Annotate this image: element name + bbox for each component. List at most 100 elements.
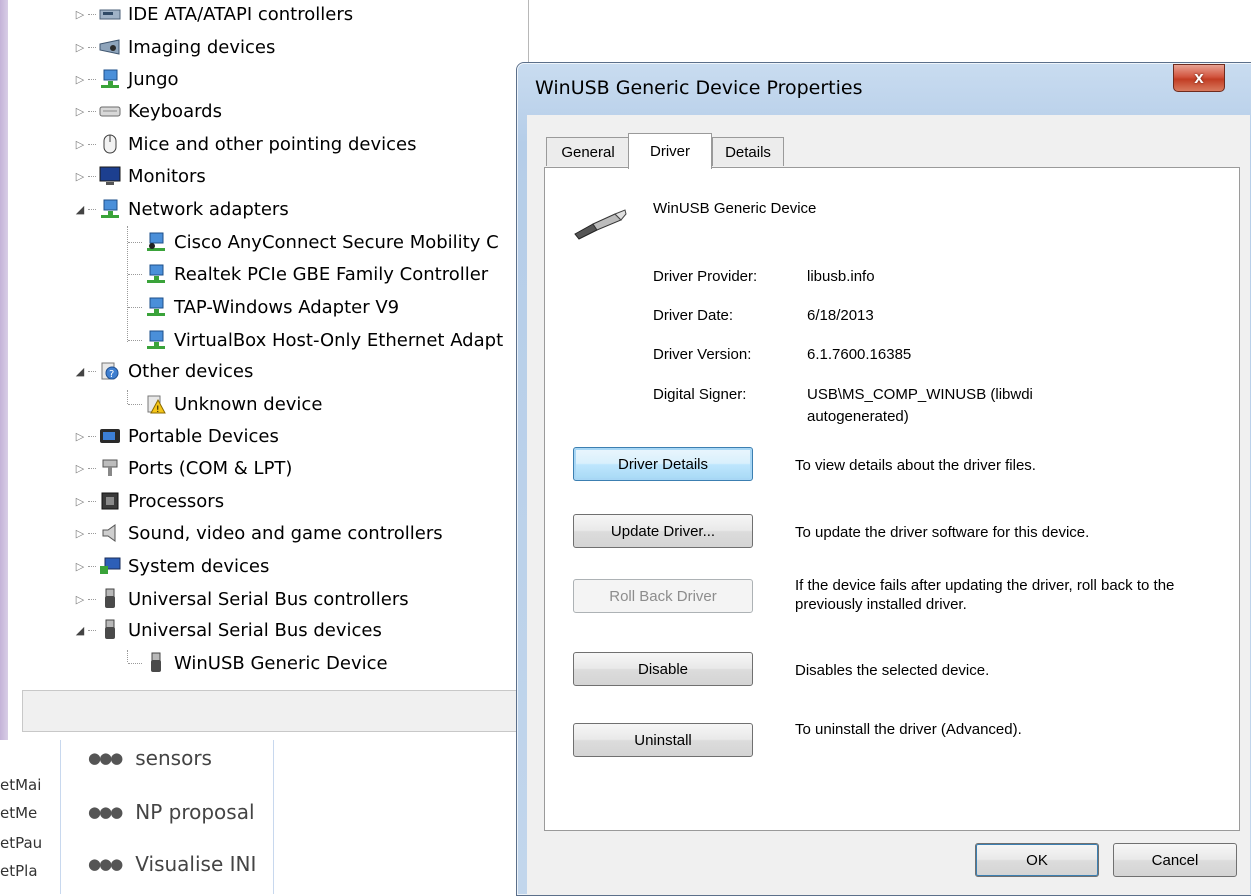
chat-list-label[interactable]: etMe [0,804,37,822]
close-button[interactable]: x [1173,64,1225,92]
driver-provider-label: Driver Provider: [653,268,758,285]
tree-item-cisco-anyconnect[interactable]: Cisco AnyConnect Secure Mobility C [128,228,499,256]
tree-item-unknown-device[interactable]: ! Unknown device [128,390,322,418]
tree-item-ide-controllers[interactable]: ▷ IDE ATA/ATAPI controllers [74,0,353,28]
network-adapter-icon [145,264,167,284]
port-icon [99,458,121,478]
driver-date-label: Driver Date: [653,307,734,324]
device-name: WinUSB Generic Device [653,200,817,217]
keyboard-icon [99,101,121,121]
group-icon: ●●● [88,855,123,873]
tree-item-mice[interactable]: ▷ Mice and other pointing devices [74,130,417,158]
dialog-title: WinUSB Generic Device Properties [535,77,863,99]
tree-item-ports[interactable]: ▷ Ports (COM & LPT) [74,454,293,482]
warning-device-icon: ! [145,394,167,414]
tree-item-sound-video[interactable]: ▷ Sound, video and game controllers [74,519,443,547]
background-window-edge [0,0,8,740]
update-driver-description: To update the driver software for this d… [795,524,1090,541]
expand-arrow-icon[interactable]: ▷ [74,105,86,118]
expand-arrow-icon[interactable]: ▷ [74,170,86,183]
tree-item-monitors[interactable]: ▷ Monitors [74,162,206,190]
expand-arrow-icon[interactable]: ▷ [74,73,86,86]
group-icon: ●●● [88,803,123,821]
tree-item-network-adapters[interactable]: ◢ Network adapters [74,195,289,223]
expand-arrow-icon[interactable]: ▷ [74,560,86,573]
tree-item-portable-devices[interactable]: ▷ Portable Devices [74,422,279,450]
tree-item-keyboards[interactable]: ▷ Keyboards [74,97,222,125]
disable-description: Disables the selected device. [795,662,990,679]
properties-dialog: WinUSB Generic Device Properties x Gener… [516,62,1251,896]
expand-arrow-icon[interactable]: ▷ [74,527,86,540]
driver-details-description: To view details about the driver files. [795,457,1036,474]
tree-item-realtek[interactable]: Realtek PCIe GBE Family Controller [128,260,488,288]
disable-button[interactable]: Disable [573,652,753,686]
usb-icon [99,588,121,609]
close-icon: x [1194,68,1204,87]
uninstall-button[interactable]: Uninstall [573,723,753,757]
roll-back-driver-description: If the device fails after updating the d… [795,577,1175,613]
usb-icon [145,652,167,673]
network-icon [99,199,121,219]
collapse-arrow-icon[interactable]: ◢ [74,203,86,216]
system-device-icon [99,556,121,576]
svg-text:!: ! [156,405,160,414]
dialog-client-area: General Driver Details WinUSB Generic De… [527,115,1250,895]
tree-item-processors[interactable]: ▷ Processors [74,487,224,515]
tree-item-other-devices[interactable]: ◢ ? Other devices [74,357,254,385]
roll-back-driver-button[interactable]: Roll Back Driver [573,579,753,613]
expand-arrow-icon[interactable]: ▷ [74,8,86,21]
update-driver-button[interactable]: Update Driver... [573,514,753,548]
mouse-icon [99,134,121,154]
driver-tab-page: WinUSB Generic Device Driver Provider: l… [544,167,1240,831]
chat-list-label[interactable]: etPla [0,862,38,880]
tree-item-system-devices[interactable]: ▷ System devices [74,552,270,580]
tree-item-winusb-device[interactable]: WinUSB Generic Device [128,649,388,677]
collapse-arrow-icon[interactable]: ◢ [74,365,86,378]
tab-general[interactable]: General [546,137,630,166]
collapse-arrow-icon[interactable]: ◢ [74,624,86,637]
expand-arrow-icon[interactable]: ▷ [74,593,86,606]
network-icon [99,69,121,89]
expand-arrow-icon[interactable]: ▷ [74,462,86,475]
device-manager-window: ▷ IDE ATA/ATAPI controllers ▷ Imaging de… [8,0,534,740]
driver-version-value: 6.1.7600.16385 [807,346,912,363]
svg-text:?: ? [109,369,114,380]
digital-signer-label: Digital Signer: [653,386,747,403]
tree-item-tap-windows[interactable]: TAP-Windows Adapter V9 [128,293,399,321]
chat-list-label[interactable]: etPau [0,834,42,852]
tree-item-usb-devices[interactable]: ◢ Universal Serial Bus devices [74,616,382,644]
tree-item-imaging-devices[interactable]: ▷ Imaging devices [74,33,276,61]
usb-icon [99,619,121,640]
tree-item-virtualbox[interactable]: VirtualBox Host-Only Ethernet Adapt [128,326,503,354]
chat-list-edge: etMai etMe etPau etPla [0,740,60,894]
tree-item-jungo[interactable]: ▷ Jungo [74,65,179,93]
driver-provider-value: libusb.info [807,268,875,285]
network-adapter-icon [145,232,167,252]
chat-group-sensors[interactable]: ●●● sensors [88,746,212,770]
driver-details-button[interactable]: Driver Details [573,447,753,481]
tree-item-usb-controllers[interactable]: ▷ Universal Serial Bus controllers [74,585,409,613]
expand-arrow-icon[interactable]: ▷ [74,495,86,508]
uninstall-description: To uninstall the driver (Advanced). [795,721,1022,738]
group-icon: ●●● [88,749,123,767]
unknown-device-icon: ? [99,361,121,381]
imaging-device-icon [99,37,121,57]
cancel-button[interactable]: Cancel [1113,843,1237,877]
expand-arrow-icon[interactable]: ▷ [74,41,86,54]
expand-arrow-icon[interactable]: ▷ [74,138,86,151]
chat-group-np-proposal[interactable]: ●●● NP proposal [88,800,255,824]
tab-driver[interactable]: Driver [628,133,712,169]
driver-version-label: Driver Version: [653,346,752,363]
ok-button[interactable]: OK [975,843,1099,877]
monitor-icon [99,166,121,186]
chat-group-visualise-ini[interactable]: ●●● Visualise INI [88,852,256,876]
tab-details[interactable]: Details [712,137,784,166]
network-adapter-icon [145,297,167,317]
portable-device-icon [99,426,121,446]
digital-signer-value: USB\MS_COMP_WINUSB (libwdi autogenerated… [807,386,1033,425]
driver-date-value: 6/18/2013 [807,307,874,324]
ide-controller-icon [99,4,121,24]
chat-list-label[interactable]: etMai [0,776,41,794]
network-adapter-icon [145,330,167,350]
expand-arrow-icon[interactable]: ▷ [74,430,86,443]
